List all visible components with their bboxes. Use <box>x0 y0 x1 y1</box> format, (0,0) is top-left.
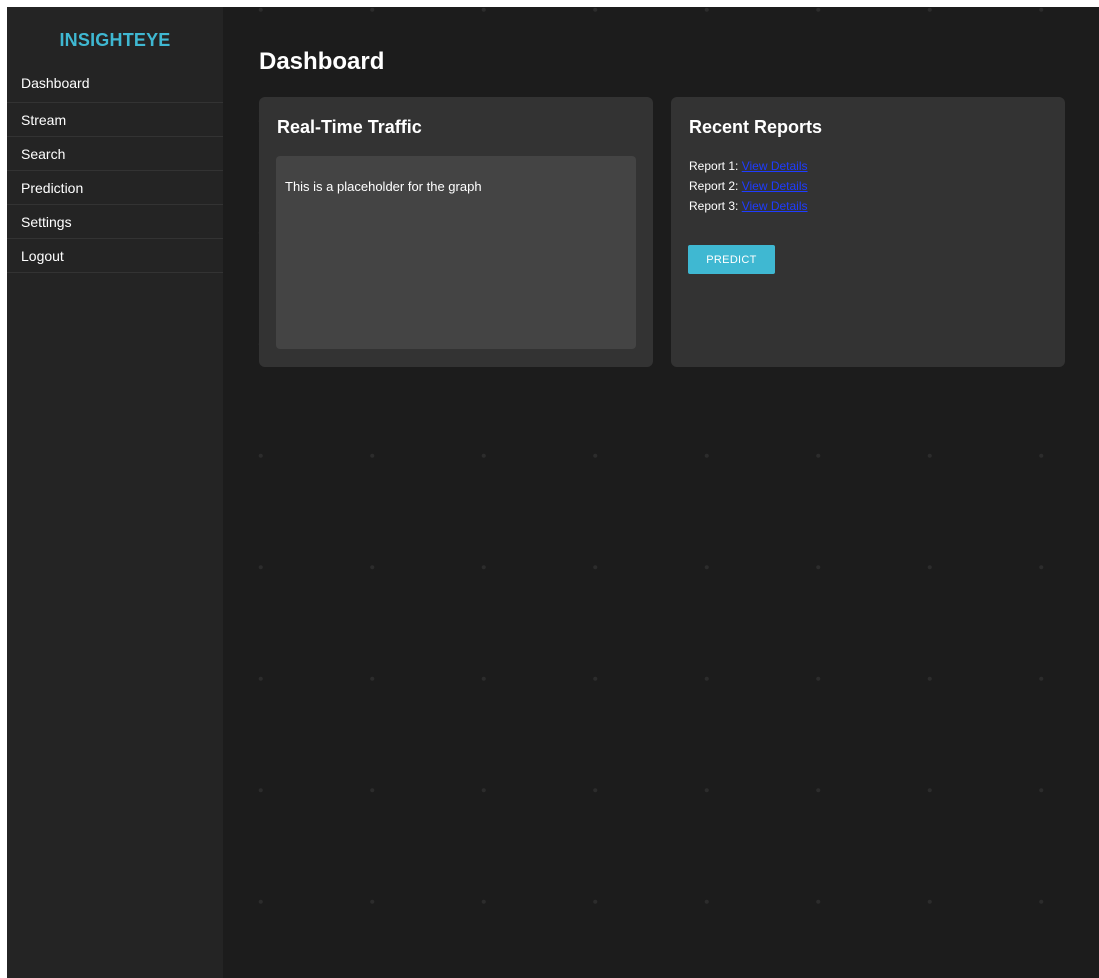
brand-logo: INSIGHTEYE <box>59 30 171 50</box>
report-item: Report 2: View Details <box>689 176 808 196</box>
report-label: Report 3: <box>689 199 739 213</box>
reports-card-title: Recent Reports <box>689 117 823 137</box>
report-label: Report 2: <box>689 179 739 193</box>
graph-placeholder: This is a placeholder for the graph <box>276 156 636 349</box>
traffic-card-title: Real-Time Traffic <box>277 117 422 137</box>
reports-card: Recent Reports Report 1: View Details Re… <box>671 97 1065 367</box>
sidebar-item-prediction[interactable]: Prediction <box>7 171 223 205</box>
sidebar-item-stream[interactable]: Stream <box>7 103 223 137</box>
sidebar-item-settings[interactable]: Settings <box>7 205 223 239</box>
view-details-link[interactable]: View Details <box>742 159 808 173</box>
sidebar-item-logout[interactable]: Logout <box>7 239 223 273</box>
graph-placeholder-text: This is a placeholder for the graph <box>285 179 482 194</box>
view-details-link[interactable]: View Details <box>742 179 808 193</box>
sidebar-item-search[interactable]: Search <box>7 137 223 171</box>
sidebar-item-dashboard[interactable]: Dashboard <box>7 67 223 103</box>
page-title: Dashboard <box>259 48 385 75</box>
report-item: Report 3: View Details <box>689 196 808 216</box>
sidebar: INSIGHTEYE Dashboard Stream Search Predi… <box>7 7 223 978</box>
sidebar-nav: Dashboard Stream Search Prediction Setti… <box>7 67 223 273</box>
app-window: INSIGHTEYE Dashboard Stream Search Predi… <box>7 7 1099 978</box>
report-label: Report 1: <box>689 159 739 173</box>
report-item: Report 1: View Details <box>689 156 808 176</box>
report-list: Report 1: View Details Report 2: View De… <box>689 156 808 216</box>
traffic-card: Real-Time Traffic This is a placeholder … <box>259 97 653 367</box>
predict-button[interactable]: PREDICT <box>688 245 775 274</box>
view-details-link[interactable]: View Details <box>742 199 808 213</box>
